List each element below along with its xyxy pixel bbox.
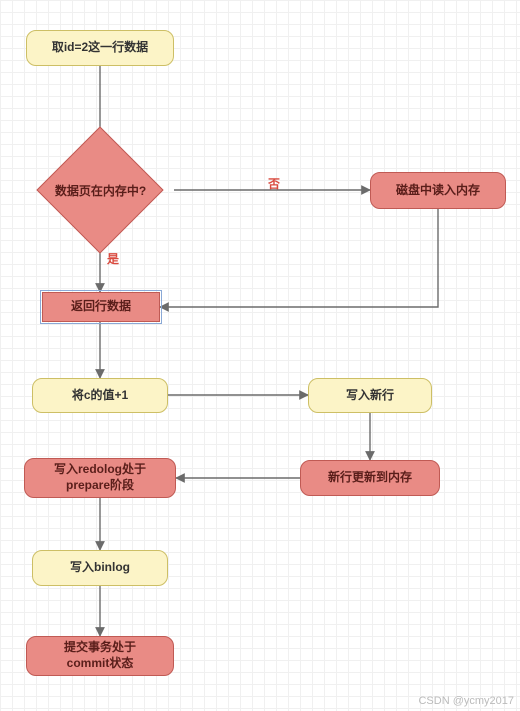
node-update-mem-label: 新行更新到内存	[328, 470, 412, 486]
node-redolog-label: 写入redolog处于 prepare阶段	[54, 462, 146, 493]
node-inc-c-label: 将c的值+1	[72, 388, 128, 404]
flow-arrows	[0, 0, 520, 711]
node-redolog: 写入redolog处于 prepare阶段	[24, 458, 176, 498]
edge-label-yes: 是	[107, 250, 119, 267]
node-disk-read-label: 磁盘中读入内存	[396, 183, 480, 199]
node-update-mem: 新行更新到内存	[300, 460, 440, 496]
node-return-row: 返回行数据	[42, 292, 160, 322]
node-return-row-label: 返回行数据	[71, 299, 131, 315]
watermark: CSDN @ycmy2017	[418, 695, 514, 707]
node-decision-label: 数据页在内存中?	[55, 182, 146, 199]
edge-label-no: 否	[268, 175, 280, 192]
node-write-new: 写入新行	[308, 378, 432, 413]
node-disk-read: 磁盘中读入内存	[370, 172, 506, 209]
node-commit-label: 提交事务处于 commit状态	[64, 640, 136, 671]
node-start-label: 取id=2这一行数据	[52, 40, 148, 56]
node-binlog: 写入binlog	[32, 550, 168, 586]
node-write-new-label: 写入新行	[346, 388, 394, 404]
node-inc-c: 将c的值+1	[32, 378, 168, 413]
node-commit: 提交事务处于 commit状态	[26, 636, 174, 676]
node-start: 取id=2这一行数据	[26, 30, 174, 66]
node-binlog-label: 写入binlog	[70, 560, 130, 576]
